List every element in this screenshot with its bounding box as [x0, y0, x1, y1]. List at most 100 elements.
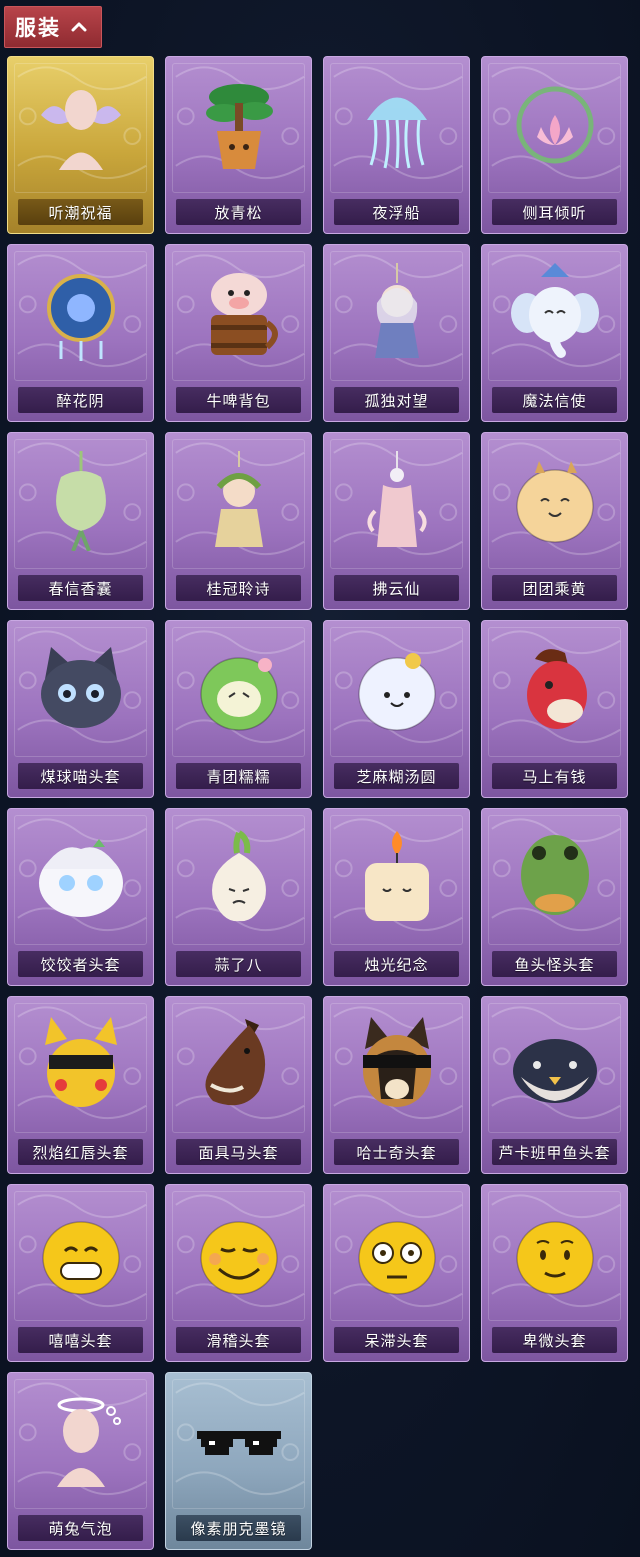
item-name: 面具马头套: [198, 1143, 279, 1162]
item-card[interactable]: 青团糯糯: [165, 620, 312, 798]
chevron-up-icon: [71, 19, 87, 35]
item-name-bar: 卑微头套: [492, 1327, 617, 1353]
jellyfish-icon: [347, 75, 447, 175]
item-name-bar: 孤独对望: [334, 387, 459, 413]
item-card[interactable]: 拂云仙: [323, 432, 470, 610]
item-card[interactable]: 萌兔气泡: [7, 1372, 154, 1550]
wardrobe-page: 服装 听潮祝福 放青松 夜浮船 侧耳倾听醉花阴 牛啤背包 孤独对望 魔法信使春信香囊 桂冠聆诗…: [0, 0, 640, 1557]
garlic-icon: [189, 827, 289, 927]
item-name-bar: 听潮祝福: [18, 199, 143, 225]
item-name: 哈士奇头套: [356, 1143, 437, 1162]
item-card[interactable]: 团团乘黄: [481, 432, 628, 610]
husky-sunglasses-icon: [347, 1015, 447, 1115]
item-card[interactable]: 听潮祝福: [7, 56, 154, 234]
cloud-immortal-icon: [347, 451, 447, 551]
turtle-head-icon: [505, 1015, 605, 1115]
lotus-wreath-icon: [505, 75, 605, 175]
item-name: 蒜了八: [214, 955, 263, 974]
item-name: 马上有钱: [522, 767, 587, 786]
item-name: 牛啤背包: [206, 391, 271, 410]
item-name-bar: 面具马头套: [176, 1139, 301, 1165]
sachet-icon: [31, 451, 131, 552]
item-card[interactable]: 芝麻糊汤圆: [323, 620, 470, 798]
item-name: 烈焰红唇头套: [32, 1143, 129, 1162]
item-name-bar: 团团乘黄: [492, 575, 617, 601]
round-beast-icon: [505, 451, 605, 551]
item-name: 青团糯糯: [206, 767, 271, 786]
item-name: 团团乘黄: [522, 579, 587, 598]
item-card[interactable]: 春信香囊: [7, 432, 154, 610]
red-horse-head-icon: [505, 639, 605, 739]
item-name-bar: 魔法信使: [492, 387, 617, 413]
item-name: 芝麻糊汤圆: [356, 767, 437, 786]
humble-emoji-icon: [505, 1203, 605, 1303]
dazed-emoji-icon: [347, 1203, 447, 1303]
cow-beer-mug-icon: [189, 263, 289, 363]
item-name-bar: 青团糯糯: [176, 763, 301, 789]
item-card[interactable]: 哈士奇头套: [323, 996, 470, 1174]
laurel-fairy-icon: [189, 451, 289, 551]
item-card[interactable]: 醉花阴: [7, 244, 154, 422]
item-name-bar: 烈焰红唇头套: [18, 1139, 143, 1165]
section-title: 服装: [15, 16, 61, 40]
dreamcatcher-icon: [31, 263, 131, 363]
item-card[interactable]: 煤球喵头套: [7, 620, 154, 798]
item-card[interactable]: 烈焰红唇头套: [7, 996, 154, 1174]
item-card[interactable]: 嘻嘻头套: [7, 1184, 154, 1362]
item-card[interactable]: 夜浮船: [323, 56, 470, 234]
item-name-bar: 哈士奇头套: [334, 1139, 459, 1165]
item-name: 鱼头怪头套: [514, 955, 595, 974]
potted-pine-icon: [189, 75, 289, 175]
item-name-bar: 煤球喵头套: [18, 763, 143, 789]
item-name-bar: 萌兔气泡: [18, 1515, 143, 1541]
item-card[interactable]: 蒜了八: [165, 808, 312, 986]
item-card[interactable]: 放青松: [165, 56, 312, 234]
bubble-halo-figure-icon: [31, 1391, 131, 1491]
item-card[interactable]: 魔法信使: [481, 244, 628, 422]
item-name-bar: 嘻嘻头套: [18, 1327, 143, 1353]
pixel-sunglasses-icon: [189, 1391, 289, 1491]
doll-pendant-icon: [347, 263, 447, 363]
item-name-bar: 桂冠聆诗: [176, 575, 301, 601]
grin-emoji-icon: [31, 1203, 131, 1303]
item-card[interactable]: 芦卡班甲鱼头套: [481, 996, 628, 1174]
item-card[interactable]: 牛啤背包: [165, 244, 312, 422]
item-name: 嘻嘻头套: [48, 1331, 113, 1350]
item-card[interactable]: 滑稽头套: [165, 1184, 312, 1362]
item-name: 醉花阴: [56, 391, 105, 410]
item-card[interactable]: 侧耳倾听: [481, 56, 628, 234]
yellow-mouse-sunglasses-icon: [31, 1015, 131, 1115]
item-name: 滑稽头套: [206, 1331, 271, 1350]
section-header-costume[interactable]: 服装: [4, 6, 102, 48]
item-name-bar: 芝麻糊汤圆: [334, 763, 459, 789]
item-name: 听潮祝福: [48, 203, 113, 222]
item-name: 拂云仙: [372, 579, 421, 598]
item-name-bar: 拂云仙: [334, 575, 459, 601]
item-card[interactable]: 孤独对望: [323, 244, 470, 422]
item-name-bar: 鱼头怪头套: [492, 951, 617, 977]
item-card[interactable]: 面具马头套: [165, 996, 312, 1174]
item-name: 魔法信使: [522, 391, 587, 410]
item-card[interactable]: 呆滞头套: [323, 1184, 470, 1362]
item-card[interactable]: 像素朋克墨镜: [165, 1372, 312, 1550]
item-card[interactable]: 鱼头怪头套: [481, 808, 628, 986]
item-card[interactable]: 马上有钱: [481, 620, 628, 798]
item-name: 烛光纪念: [364, 955, 429, 974]
item-card[interactable]: 桂冠聆诗: [165, 432, 312, 610]
item-name: 夜浮船: [372, 203, 421, 222]
black-cat-head-icon: [31, 639, 131, 739]
item-card[interactable]: 饺饺者头套: [7, 808, 154, 986]
dumpling-head-icon: [31, 827, 131, 927]
item-card[interactable]: 卑微头套: [481, 1184, 628, 1362]
item-card[interactable]: 烛光纪念: [323, 808, 470, 986]
item-name-bar: 马上有钱: [492, 763, 617, 789]
item-name-bar: 烛光纪念: [334, 951, 459, 977]
item-name: 饺饺者头套: [40, 955, 121, 974]
item-name: 春信香囊: [48, 579, 113, 598]
item-name-bar: 牛啤背包: [176, 387, 301, 413]
item-name: 卑微头套: [522, 1331, 587, 1350]
item-name-bar: 蒜了八: [176, 951, 301, 977]
green-dumpling-icon: [189, 639, 289, 739]
item-name-bar: 侧耳倾听: [492, 199, 617, 225]
item-name-bar: 春信香囊: [18, 575, 143, 601]
